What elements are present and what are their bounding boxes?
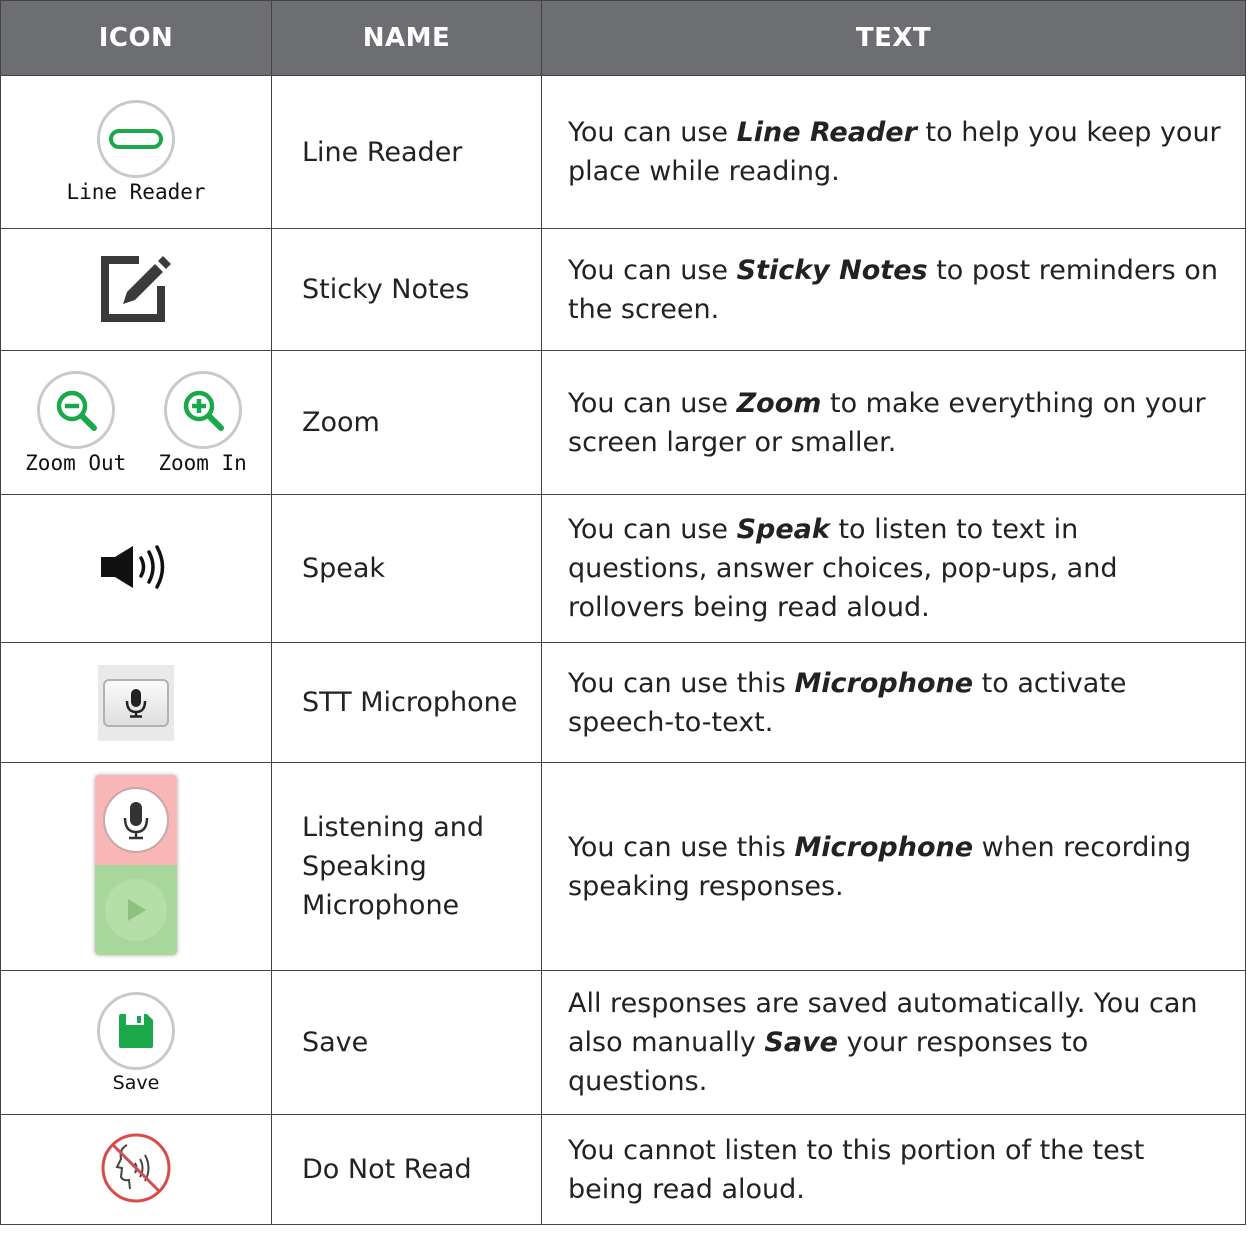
record-play-widget [95,774,177,955]
icon-caption: Line Reader [66,180,206,204]
table-row: STT Microphone You can use this Micropho… [0,642,1246,763]
tool-name-bold: Speak [736,514,830,545]
row-name: STT Microphone [271,642,542,763]
row-name: Listening and Speaking Microphone [271,762,542,971]
table-row: Zoom Out Zoom In Zoom You can use Zoom t… [0,350,1246,495]
row-text: You can use this Microphone when recordi… [541,762,1246,971]
do-not-read-icon [99,1131,173,1209]
table-row: Listening and Speaking Microphone You ca… [0,762,1246,971]
row-name: Line Reader [271,75,542,229]
microphone-icon [103,678,169,727]
row-name: Do Not Read [271,1114,542,1225]
edit-pencil-icon[interactable] [99,252,173,328]
zoom-out-icon [36,370,115,449]
tool-name-bold: Save [764,1027,838,1058]
tools-table: ICON NAME TEXT Line Reader Line Reader Y… [0,0,1246,1225]
table-row: Speak You can use Speak to listen to tex… [0,494,1246,643]
table-row: Do Not Read You cannot listen to this po… [0,1114,1246,1225]
zoom-in-icon [163,370,242,449]
record-button[interactable] [95,774,177,865]
header-icon: ICON [0,0,272,76]
table-row: Save Save All responses are saved automa… [0,970,1246,1115]
microphone-icon [103,786,169,853]
table-row: Sticky Notes You can use Sticky Notes to… [0,228,1246,351]
save-disk-icon [97,991,175,1070]
row-name: Sticky Notes [271,228,542,351]
tool-name-bold: Microphone [794,667,974,699]
row-text: You can use Line Reader to help you keep… [541,75,1246,229]
table-row: Line Reader Line Reader You can use Line… [0,75,1246,229]
row-text: You can use Zoom to make everything on y… [541,350,1246,495]
row-text: You can use Speak to listen to text in q… [541,494,1246,643]
tool-name-bold: Zoom [736,387,822,419]
tool-name-bold: Microphone [794,831,974,863]
header-row: ICON NAME TEXT [0,0,1246,76]
icon-caption: Zoom In [158,450,247,475]
row-text: You can use this Microphone to activate … [541,642,1246,763]
zoom-in-button[interactable]: Zoom In [158,370,247,475]
row-text: All responses are saved automatically. Y… [541,970,1246,1115]
speaker-icon[interactable] [99,544,173,594]
row-name: Speak [271,494,542,643]
row-name: Save [271,970,542,1115]
row-name: Zoom [271,350,542,495]
header-text: TEXT [541,0,1246,76]
row-text: You can use Sticky Notes to post reminde… [541,228,1246,351]
row-text: You cannot listen to this portion of the… [541,1114,1246,1225]
tool-name-bold: Line Reader [736,117,917,148]
zoom-out-button[interactable]: Zoom Out [25,370,127,475]
play-icon [105,878,167,941]
line-reader-button[interactable]: Line Reader [66,100,206,204]
save-button[interactable]: Save [97,991,175,1094]
line-reader-icon [96,100,175,178]
play-button[interactable] [95,864,177,955]
icon-caption: Save [112,1071,160,1094]
icon-caption: Zoom Out [25,450,127,475]
stt-microphone-button[interactable] [98,664,174,741]
header-name: NAME [271,0,542,76]
tool-name-bold: Sticky Notes [736,254,928,286]
